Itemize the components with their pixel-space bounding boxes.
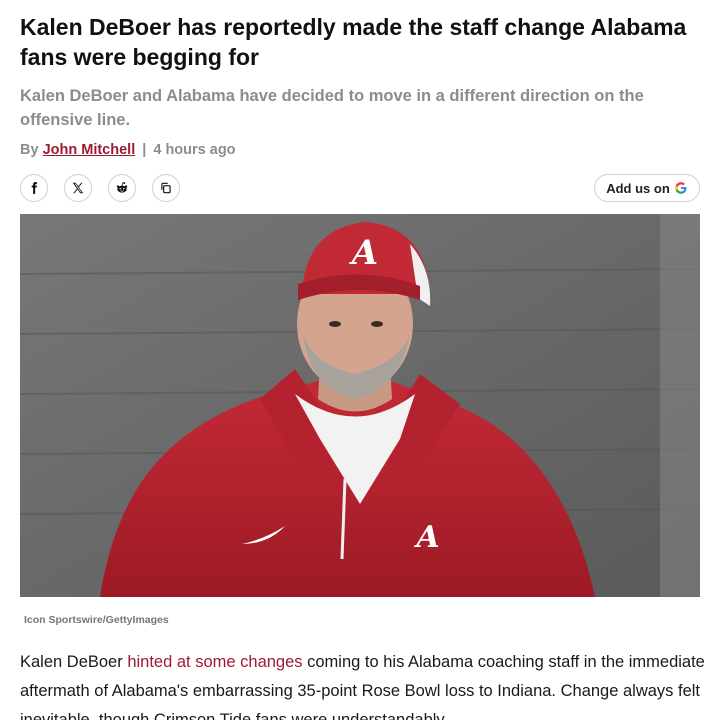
photo-credit: Icon Sportswire/GettyImages: [24, 614, 169, 626]
copy-link-button[interactable]: [152, 174, 180, 202]
article-headline: Kalen DeBoer has reportedly made the sta…: [20, 14, 687, 70]
author-link[interactable]: John Mitchell: [43, 142, 136, 158]
x-icon: [72, 182, 84, 194]
facebook-icon: [31, 182, 37, 194]
byline-separator: |: [142, 142, 147, 158]
copy-link-icon: [161, 182, 171, 194]
add-us-label: Add us on: [606, 180, 670, 196]
share-x-button[interactable]: [64, 174, 92, 202]
cap-logo: A: [349, 233, 378, 273]
byline-prefix: By: [20, 142, 39, 158]
inline-link[interactable]: hinted at some changes: [127, 653, 302, 671]
jacket-logo: A: [413, 520, 439, 555]
article-paragraph: Kalen DeBoer hinted at some changes comi…: [20, 648, 710, 720]
add-us-on-google-button[interactable]: Add us on: [594, 174, 700, 202]
byline: By John Mitchell | 4 hours ago: [20, 142, 236, 158]
share-bar: [20, 174, 180, 202]
google-icon: [674, 182, 687, 194]
coach-photo: A A: [20, 214, 700, 597]
paragraph-start: Kalen DeBoer: [20, 653, 128, 671]
reddit-icon: [116, 182, 128, 193]
share-reddit-button[interactable]: [108, 174, 136, 202]
hero-image: A A: [20, 214, 700, 597]
timestamp: 4 hours ago: [153, 142, 236, 158]
article-subheadline: Kalen DeBoer and Alabama have decided to…: [20, 87, 644, 129]
share-facebook-button[interactable]: [20, 174, 48, 202]
